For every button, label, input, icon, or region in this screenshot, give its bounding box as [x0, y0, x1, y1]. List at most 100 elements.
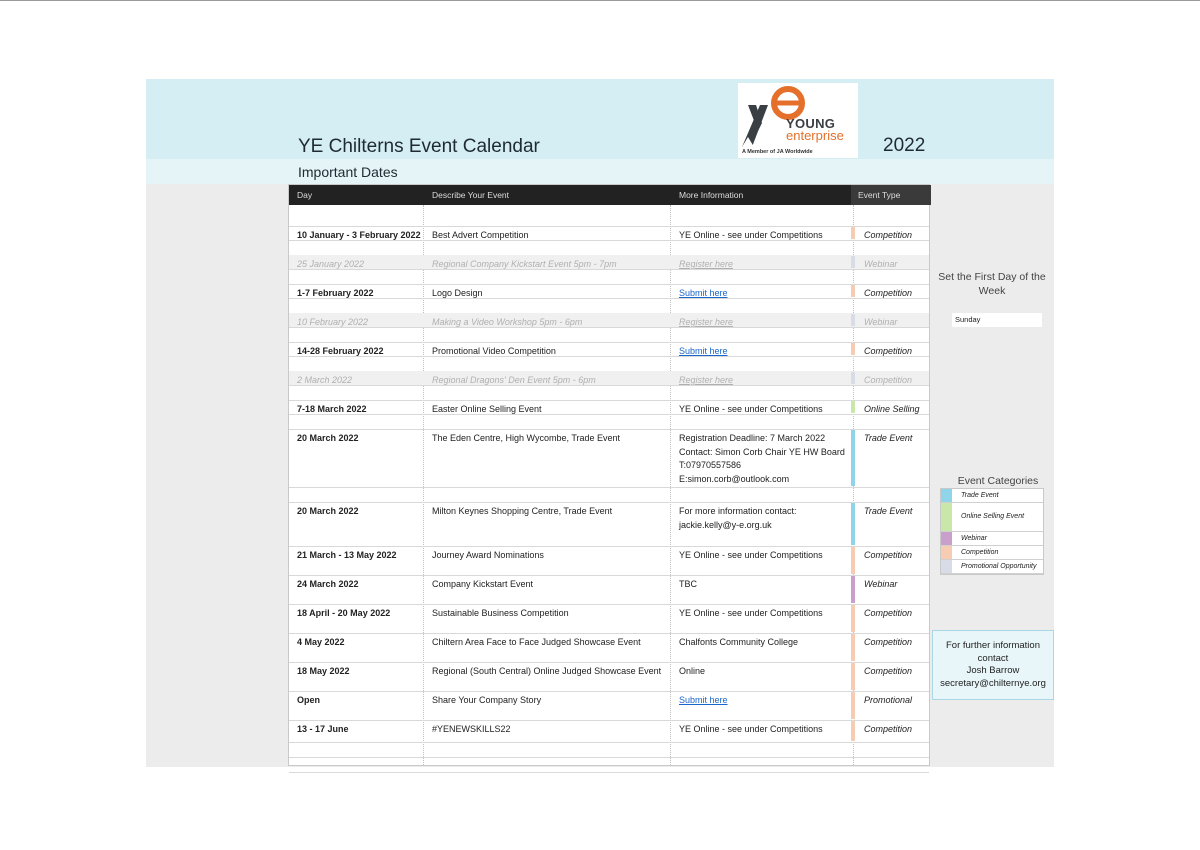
event-more-info: YE Online - see under Competitions [671, 723, 853, 737]
category-swatch [941, 546, 952, 559]
top-border-line [0, 0, 1200, 1]
contact-email: secretary@chilternye.org [940, 677, 1046, 689]
subheader-band [146, 159, 1054, 184]
category-swatch [941, 532, 952, 545]
row-divider [289, 757, 929, 758]
column-header-type: Event Type [851, 185, 931, 205]
row-divider [289, 487, 929, 488]
category-label: Online Selling Event [961, 513, 1025, 520]
event-type: Competition [864, 724, 913, 734]
table-row: 7-18 March 2022 Easter Online Selling Eve… [289, 400, 929, 414]
row-divider [289, 240, 929, 241]
event-type: Trade Event [864, 506, 913, 516]
event-more-info: Chalfonts Community College [671, 636, 853, 650]
column-header-day: Day [297, 190, 313, 200]
first-day-select[interactable]: Sunday [952, 313, 1042, 327]
page-title: YE Chilterns Event Calendar [298, 136, 540, 157]
row-divider [289, 298, 929, 299]
table-row: 13 - 17 June #YENEWSKILLS22 YE Online - se… [289, 720, 929, 742]
table-row: 25 January 2022 Regional Company Kickstar… [289, 255, 929, 269]
event-type: Competition [864, 550, 913, 560]
event-type: Competition [864, 637, 913, 647]
table-row: 10 February 2022 Making a Video Workshop … [289, 313, 929, 327]
event-more-info: YE Online - see under Competitions [671, 607, 853, 621]
category-label: Webinar [961, 535, 987, 542]
row-divider [289, 385, 929, 386]
category-item: Webinar [941, 532, 1043, 546]
contact-info-box: For further information contact Josh Bar… [932, 630, 1054, 700]
table-header: Day Describe Your Event More Information… [289, 185, 931, 205]
row-divider [289, 742, 929, 743]
young-enterprise-logo: YOUNG enterprise A Member of JA Worldwid… [738, 83, 858, 158]
category-label: Trade Event [961, 492, 999, 499]
event-link[interactable]: Submit here [679, 694, 853, 708]
event-day: 24 March 2022 [297, 579, 359, 589]
page-subtitle: Important Dates [298, 164, 398, 180]
event-description: Chiltern Area Face to Face Judged Showca… [432, 637, 641, 647]
event-day: 20 March 2022 [297, 433, 359, 443]
category-item: Trade Event [941, 489, 1043, 503]
event-more-info: For more information contact: jackie.kell… [671, 505, 853, 532]
category-label: Competition [961, 549, 999, 556]
table-row: 20 March 2022 The Eden Centre, High Wycom… [289, 429, 929, 487]
event-description: #YENEWSKILLS22 [432, 724, 511, 734]
event-more-info: Online [671, 665, 853, 679]
event-type: Webinar [864, 579, 898, 589]
table-row: 14-28 February 2022 Promotional Video Com… [289, 342, 929, 356]
event-more-info: TBC [671, 578, 853, 592]
table-row: 24 March 2022 Company Kickstart Event TBC W… [289, 575, 929, 604]
event-day: 18 May 2022 [297, 666, 350, 676]
info-line: jackie.kelly@y-e.org.uk [679, 519, 772, 530]
event-day: Open [297, 695, 321, 705]
row-divider [289, 327, 929, 328]
info-line: Chalfonts Community College [679, 637, 799, 647]
info-line: YE Online - see under Competitions [679, 724, 823, 734]
table-row: 1-7 February 2022 Logo Design Submit here C… [289, 284, 929, 298]
event-day: 18 April - 20 May 2022 [297, 608, 391, 618]
event-categories-legend: Trade Event Online Selling Event Webinar Co… [940, 488, 1044, 575]
event-more-info: Submit here [671, 694, 853, 708]
table-row: 18 April - 20 May 2022 Sustainable Busine… [289, 604, 929, 633]
event-day: 21 March - 13 May 2022 [297, 550, 397, 560]
category-swatch [941, 503, 952, 531]
info-line: For more information contact: [679, 506, 797, 516]
contact-line: For further information [946, 640, 1040, 651]
event-description: Sustainable Business Competition [432, 608, 569, 618]
event-description: Company Kickstart Event [432, 579, 534, 589]
info-line: E:simon.corb@outlook.com [679, 473, 790, 484]
info-line: T:07970557586 [679, 460, 742, 470]
table-row: 4 May 2022 Chiltern Area Face to Face Jud… [289, 633, 929, 662]
events-table: Day Describe Your Event More Information… [288, 184, 931, 773]
row-divider [289, 356, 929, 357]
event-description: Milton Keynes Shopping Centre, Trade Eve… [432, 506, 613, 516]
info-line: Online [679, 666, 706, 676]
row-divider [289, 772, 929, 773]
event-description: The Eden Centre, High Wycombe, Trade Eve… [432, 433, 621, 443]
event-day: 13 - 17 June [297, 724, 349, 734]
row-divider [289, 269, 929, 270]
contact-name: Josh Barrow [966, 665, 1020, 676]
table-row: 18 May 2022 Regional (South Central) Onli… [289, 662, 929, 691]
category-label: Promotional Opportunity [961, 563, 1037, 570]
event-more-info: YE Online - see under Competitions [671, 549, 853, 563]
category-item: Online Selling Event [941, 503, 1043, 532]
info-line: YE Online - see under Competitions [679, 550, 823, 560]
table-row: 10 January - 3 February 2022 Best Advert … [289, 226, 929, 240]
info-line: Registration Deadline: 7 March 2022 [679, 433, 826, 443]
table-row: 20 March 2022 Milton Keynes Shopping Cent… [289, 502, 929, 546]
event-day: 4 May 2022 [297, 637, 345, 647]
calendar-sheet: YE Chilterns Event Calendar Important Da… [146, 79, 1054, 773]
category-item: Competition [941, 546, 1043, 560]
column-header-event: Describe Your Event [432, 190, 510, 200]
table-row: Open Share Your Company Story Submit here P… [289, 691, 929, 720]
category-swatch [941, 489, 952, 502]
event-type: Trade Event [864, 433, 913, 443]
table-row: 21 March - 13 May 2022 Journey Award Nomi… [289, 546, 929, 575]
event-day: 20 March 2022 [297, 506, 359, 516]
event-description: Share Your Company Story [432, 695, 542, 705]
contact-line: contact [977, 652, 1009, 664]
event-more-info: Registration Deadline: 7 March 2022 Conta… [671, 432, 853, 486]
event-categories-title: Event Categories [957, 475, 1039, 487]
info-line: TBC [679, 579, 697, 589]
info-line: YE Online - see under Competitions [679, 608, 823, 618]
